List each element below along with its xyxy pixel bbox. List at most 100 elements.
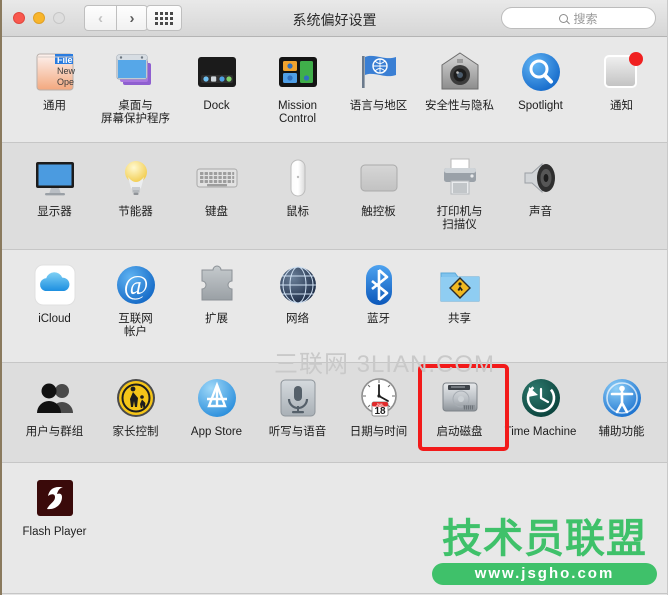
extensions-icon (192, 260, 241, 309)
preferences-grid: File New Ope 通用 桌面与 屏幕保护程序 Dock Mission Contro… (2, 37, 667, 594)
pref-pane-label: 显示器 (37, 206, 72, 218)
pref-pane-parental-controls[interactable]: 家长控制 (95, 363, 176, 463)
pref-pane-sound[interactable]: 声音 (500, 143, 581, 250)
search-input[interactable]: 搜索 (501, 7, 656, 29)
date-time-icon: 18 JUL (354, 373, 403, 422)
pref-pane-mouse[interactable]: 鼠标 (257, 143, 338, 250)
pref-pane-label: Spotlight (518, 100, 563, 112)
pref-pane-label: 通知 (610, 100, 633, 112)
pref-pane-label: 鼠标 (286, 206, 309, 218)
svg-text:JUL: JUL (376, 402, 384, 407)
pref-pane-users-groups[interactable]: 用户与群组 (14, 363, 95, 463)
notifications-icon (597, 47, 646, 96)
pref-pane-label: 节能器 (118, 206, 153, 218)
watermark-corner-title: 技术员联盟 (442, 516, 647, 562)
dock-icon (192, 47, 241, 96)
pref-pane-label: 语言与地区 (349, 100, 408, 112)
pref-pane-internet-accounts[interactable]: @ 互联网 帐户 (95, 250, 176, 363)
bluetooth-icon (354, 260, 403, 309)
app-store-icon (192, 373, 241, 422)
flash-player-icon (30, 473, 79, 522)
pref-pane-accessibility[interactable]: 辅助功能 (581, 363, 662, 463)
pref-pane-label: 打印机与 扫描仪 (436, 206, 483, 231)
preferences-row: File New Ope 通用 桌面与 屏幕保护程序 Dock Mission Contro… (2, 37, 667, 143)
general-icon: File New Ope (30, 47, 79, 96)
svg-text:18: 18 (374, 406, 386, 417)
pref-pane-label: App Store (190, 426, 243, 438)
pref-pane-flash-player[interactable]: Flash Player (14, 463, 95, 594)
internet-accounts-icon: @ (111, 260, 160, 309)
search-placeholder: 搜索 (573, 11, 598, 26)
pref-pane-icloud[interactable]: iCloud (14, 250, 95, 363)
displays-icon (30, 153, 79, 202)
energy-saver-icon (111, 153, 160, 202)
pref-pane-label: 网络 (286, 313, 309, 325)
window-titlebar: ‹ › 系统偏好设置 搜索 (2, 0, 667, 37)
svg-text:New: New (57, 66, 76, 76)
pref-pane-energy-saver[interactable]: 节能器 (95, 143, 176, 250)
printers-scanners-icon (435, 153, 484, 202)
language-region-icon (354, 47, 403, 96)
system-preferences-window: ‹ › 系统偏好设置 搜索 File New Ope 通用 桌面与 屏幕保护程序 Dock… (0, 0, 668, 595)
spotlight-icon (516, 47, 565, 96)
pref-pane-label: 桌面与 屏幕保护程序 (101, 100, 170, 125)
pref-pane-app-store[interactable]: App Store (176, 363, 257, 463)
sound-icon (516, 153, 565, 202)
pref-pane-notifications[interactable]: 通知 (581, 37, 662, 143)
mission-control-icon (273, 47, 322, 96)
watermark-center: 三联网 3LIAN.COM (274, 351, 496, 378)
pref-pane-label: 启动磁盘 (436, 426, 483, 438)
sharing-icon (435, 260, 484, 309)
trackpad-icon (354, 153, 403, 202)
pref-pane-label: 键盘 (205, 206, 228, 218)
icloud-icon (30, 260, 79, 309)
users-groups-icon (30, 373, 79, 422)
pref-pane-label: 共享 (448, 313, 471, 325)
watermark-corner-url: www.jsgho.com (432, 563, 657, 585)
svg-text:@: @ (123, 270, 148, 300)
security-privacy-icon (435, 47, 484, 96)
pref-pane-keyboard[interactable]: 键盘 (176, 143, 257, 250)
accessibility-icon (597, 373, 646, 422)
pref-pane-label: 听写与语音 (268, 426, 327, 438)
mouse-icon (273, 153, 322, 202)
pref-pane-security-privacy[interactable]: 安全性与隐私 (419, 37, 500, 143)
startup-disk-icon (435, 373, 484, 422)
pref-pane-label: Flash Player (22, 526, 87, 538)
pref-pane-dock[interactable]: Dock (176, 37, 257, 143)
pref-pane-label: 安全性与隐私 (425, 100, 494, 112)
pref-pane-printers-scanners[interactable]: 打印机与 扫描仪 (419, 143, 500, 250)
pref-pane-time-machine[interactable]: Time Machine (500, 363, 581, 463)
pref-pane-mission-control[interactable]: Mission Control (257, 37, 338, 143)
pref-pane-desktop-screensaver[interactable]: 桌面与 屏幕保护程序 (95, 37, 176, 143)
desktop-screensaver-icon (111, 47, 160, 96)
pref-pane-label: 蓝牙 (367, 313, 390, 325)
pref-pane-label: 日期与时间 (349, 426, 408, 438)
pref-pane-label: Dock (203, 100, 230, 112)
pref-pane-extensions[interactable]: 扩展 (176, 250, 257, 363)
search-icon (559, 13, 569, 23)
preferences-row: 显示器 节能器 键盘 鼠标 触控板 打印机与 扫描仪 声音 (2, 143, 667, 250)
pref-pane-label: iCloud (38, 313, 71, 325)
svg-text:Ope: Ope (57, 77, 74, 87)
pref-pane-label: 触控板 (361, 206, 396, 218)
pref-pane-label: 互联网 帐户 (118, 313, 153, 338)
pref-pane-general[interactable]: File New Ope 通用 (14, 37, 95, 143)
pref-pane-label: 声音 (529, 206, 552, 218)
pref-pane-label: Mission Control (278, 100, 317, 125)
pref-pane-label: 辅助功能 (598, 426, 645, 438)
pref-pane-label: 通用 (43, 100, 66, 112)
pref-pane-language-region[interactable]: 语言与地区 (338, 37, 419, 143)
time-machine-icon (516, 373, 565, 422)
pref-pane-label: 家长控制 (112, 426, 159, 438)
network-icon (273, 260, 322, 309)
pref-pane-trackpad[interactable]: 触控板 (338, 143, 419, 250)
watermark-corner: 技术员联盟 www.jsgho.com (432, 518, 657, 585)
parental-controls-icon (111, 373, 160, 422)
pref-pane-displays[interactable]: 显示器 (14, 143, 95, 250)
dictation-speech-icon (273, 373, 322, 422)
pref-pane-spotlight[interactable]: Spotlight (500, 37, 581, 143)
pref-pane-label: 用户与群组 (25, 426, 84, 438)
pref-pane-label: Time Machine (504, 426, 577, 438)
keyboard-icon (192, 153, 241, 202)
